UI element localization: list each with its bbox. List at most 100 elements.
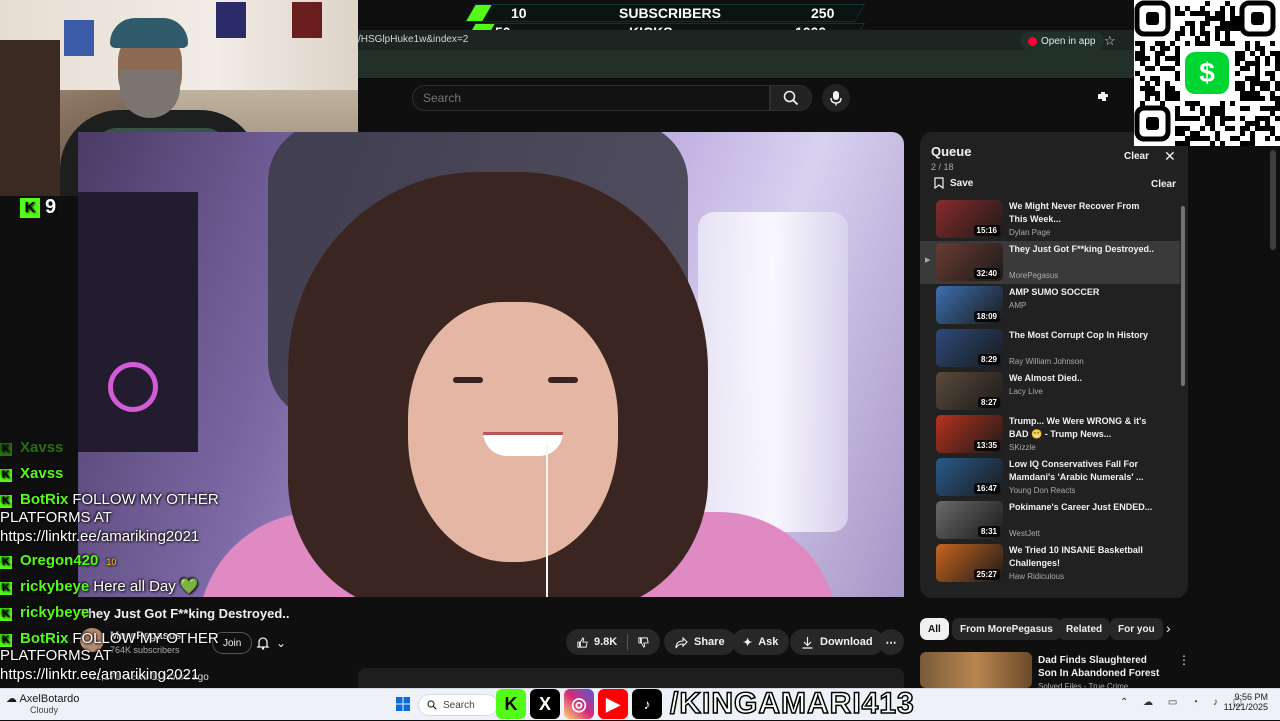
queue-item[interactable]: 25:27 We Tried 10 INSANE Basketball Chall… — [920, 542, 1180, 585]
queue-item-title[interactable]: They Just Got F**king Destroyed.. — [1009, 243, 1159, 256]
like-count: 9.8K — [593, 636, 618, 648]
queue-item-title[interactable]: We Might Never Recover From This Week... — [1009, 200, 1159, 226]
queue-item[interactable]: 8:29 The Most Corrupt Cop In History Ray W… — [920, 327, 1180, 370]
queue-item-thumbnail[interactable]: 13:35 — [936, 415, 1003, 453]
queue-item-title[interactable]: Low IQ Conservatives Fall For Mamdani's … — [1009, 458, 1159, 484]
kick-badge-icon: K — [0, 608, 12, 621]
social-handle: /KINGAMARI413 — [669, 686, 915, 721]
chat-message: Krickybeye — [0, 603, 93, 622]
queue-item-title[interactable]: Pokimane's Career Just ENDED... — [1009, 501, 1159, 514]
video-pc-case — [78, 192, 198, 452]
queue-item-channel: Haw Ridiculous — [1009, 572, 1065, 581]
extension-icon[interactable] — [1096, 90, 1110, 104]
more-actions-button[interactable]: ⋯ — [878, 629, 904, 655]
subscriber-goal-row: 10 SUBSCRIBERS 250 — [464, 4, 866, 22]
kick-badge-icon: K — [0, 495, 12, 508]
thumbs-up-icon[interactable] — [577, 636, 588, 649]
queue-item-thumbnail[interactable]: 8:29 — [936, 329, 1003, 367]
queue-item[interactable]: 16:47 Low IQ Conservatives Fall For Mamda… — [920, 456, 1180, 499]
tiktok-icon: ♪ — [632, 689, 662, 719]
clock-date: 11/21/2025 — [1223, 702, 1268, 712]
queue-item-duration: 16:47 — [973, 483, 1000, 494]
queue-save-button[interactable]: Save — [934, 177, 973, 189]
queue-item[interactable]: 18:09 AMP SUMO SOCCER AMP — [920, 284, 1180, 327]
more-vertical-icon[interactable]: ⋮ — [1178, 653, 1190, 667]
video-smile — [483, 432, 563, 456]
queue-position: 2 / 18 — [931, 162, 954, 172]
open-in-app-button[interactable]: Open in app — [1020, 32, 1104, 50]
download-button[interactable]: Download — [790, 629, 884, 655]
queue-clear-all-button[interactable]: Clear — [1151, 179, 1176, 190]
queue-item[interactable]: 15:16 We Might Never Recover From This We… — [920, 198, 1180, 241]
queue-item-thumbnail[interactable]: 15:16 — [936, 200, 1003, 238]
queue-item[interactable]: 8:27 We Almost Died.. Lacy Live — [920, 370, 1180, 413]
download-label: Download — [820, 636, 873, 648]
queue-item-channel: WestJett — [1009, 529, 1040, 538]
chat-username: BotRix — [20, 491, 69, 508]
chat-message: K Xavss — [0, 464, 67, 483]
queue-item-thumbnail[interactable]: 25:27 — [936, 544, 1003, 582]
chat-message: Krickybeye Here all Day 💚 — [0, 577, 199, 596]
queue-item-thumbnail[interactable]: 8:27 — [936, 372, 1003, 410]
queue-item-title[interactable]: The Most Corrupt Cop In History — [1009, 329, 1159, 342]
queue-item-duration: 8:27 — [977, 397, 1000, 408]
taskbar-search[interactable]: Search — [418, 694, 498, 716]
queue-item-duration: 25:27 — [973, 569, 1000, 580]
queue-item[interactable]: 13:35 Trump... We Were WRONG & it's BAD 😬… — [920, 413, 1180, 456]
social-handles-overlay: K X ◎ ▶ ♪ /KINGAMARI413 — [496, 686, 915, 721]
chat-text-continuation: PLATFORMS AT — [0, 509, 112, 526]
youtube-icon — [1028, 36, 1037, 46]
microphone-icon — [830, 91, 842, 106]
page-scrollbar[interactable] — [1270, 150, 1276, 250]
queue-scroll-thumb[interactable] — [1181, 206, 1185, 386]
search-input[interactable] — [412, 85, 770, 111]
viewer-count-value: 9 — [45, 196, 57, 218]
queue-clear-button[interactable]: Clear — [1124, 151, 1149, 162]
chat-sub-badge: 10 — [106, 557, 117, 567]
thumbs-down-icon[interactable] — [638, 636, 649, 649]
queue-item-title[interactable]: We Tried 10 INSANE Basketball Challenges… — [1009, 544, 1159, 570]
webcam-dresser — [0, 40, 60, 196]
address-bar[interactable] — [358, 30, 1134, 50]
search-icon — [783, 90, 799, 106]
chat-text-continuation: https://linktr.ee/amariking2021 — [0, 666, 200, 683]
windows-start-icon[interactable] — [396, 697, 410, 711]
search-button[interactable] — [770, 85, 812, 111]
filter-chip-from-channel[interactable]: From MorePegasus — [952, 618, 1061, 640]
queue-item-channel: AMP — [1009, 301, 1027, 310]
queue-item-title[interactable]: We Almost Died.. — [1009, 372, 1159, 385]
filter-chip-for-you[interactable]: For you — [1110, 618, 1163, 640]
queue-item-channel: MorePegasus — [1009, 271, 1059, 280]
ask-button[interactable]: ✦ Ask — [732, 629, 790, 655]
queue-item-title[interactable]: Trump... We Were WRONG & it's BAD 😬 - Tr… — [1009, 415, 1159, 441]
like-dislike-button[interactable]: 9.8K — [566, 629, 660, 655]
taskbar-search-label: Search — [443, 699, 475, 711]
queue-item[interactable]: 8:31 Pokimane's Career Just ENDED... WestJ… — [920, 499, 1180, 542]
chevron-right-icon[interactable]: › — [1166, 620, 1171, 636]
subscriber-goal-bar — [466, 5, 492, 21]
voice-search-button[interactable] — [822, 84, 850, 112]
recommendation-thumbnail[interactable] — [920, 652, 1032, 688]
url-text[interactable]: /HSGlpHuke1w&index=2 — [358, 34, 468, 45]
filter-chip-related[interactable]: Related — [1058, 618, 1111, 640]
weather-widget[interactable]: ☁ AxelBotardo — [6, 692, 79, 705]
taskbar-clock[interactable]: 9:56 PM 11/21/2025 — [1212, 692, 1268, 712]
chat-message: K BotRix FOLLOW MY OTHER — [0, 490, 219, 509]
queue-item-thumbnail[interactable]: 8:31 — [936, 501, 1003, 539]
sparkle-icon: ✦ — [743, 636, 753, 649]
share-button[interactable]: Share — [664, 629, 736, 655]
queue-item-thumbnail[interactable]: 32:40 — [936, 243, 1003, 281]
kick-icon: K — [496, 689, 526, 719]
queue-item-title[interactable]: AMP SUMO SOCCER — [1009, 286, 1159, 299]
queue-item-thumbnail[interactable]: 16:47 — [936, 458, 1003, 496]
queue-item-thumbnail[interactable]: 18:09 — [936, 286, 1003, 324]
filter-chip-all[interactable]: All — [920, 618, 949, 640]
close-icon[interactable]: ✕ — [1164, 148, 1176, 165]
recommendation-title[interactable]: Dad Finds Slaughtered Son In Abandoned F… — [1038, 654, 1168, 680]
kick-badge-icon: K — [0, 582, 12, 595]
kick-badge-icon: K — [0, 556, 12, 569]
queue-item[interactable]: ▶ 32:40 They Just Got F**king Destroyed.. M… — [920, 241, 1180, 284]
queue-scrollbar[interactable] — [1180, 198, 1186, 596]
chat-message: K Xavss — [0, 438, 67, 457]
bookmark-star-icon[interactable]: ☆ — [1104, 33, 1116, 49]
